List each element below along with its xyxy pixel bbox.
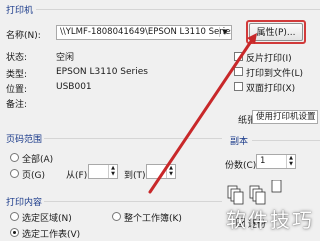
watermark-text: 软件技巧 <box>226 208 314 232</box>
